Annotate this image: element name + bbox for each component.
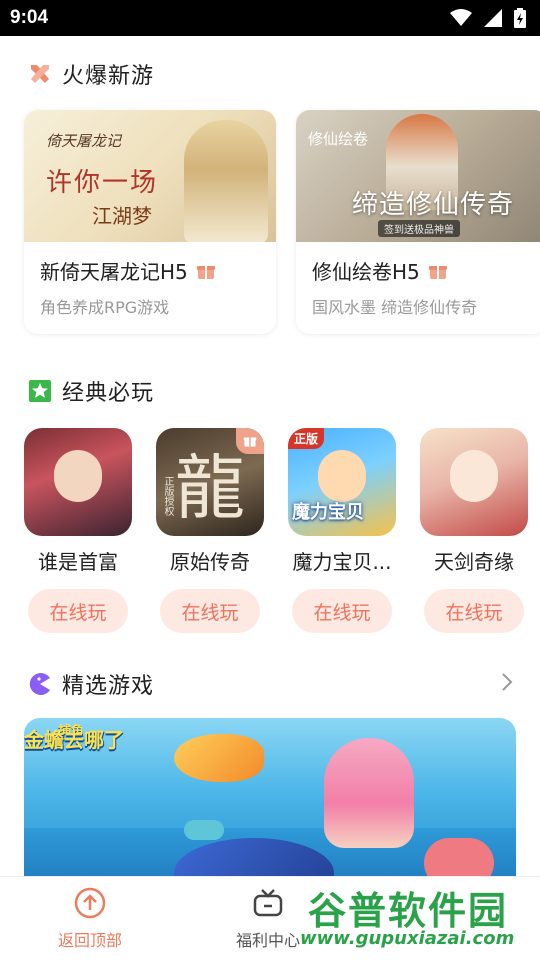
- character-art: [318, 450, 366, 502]
- chevron-right-icon[interactable]: [500, 670, 514, 694]
- battery-icon: [514, 8, 526, 28]
- banner-slogan: 缔造修仙传奇: [352, 190, 515, 220]
- pacman-icon: [28, 672, 52, 696]
- section-title: 经典必玩: [62, 381, 155, 406]
- icon-title: 魔力宝贝: [292, 502, 364, 523]
- banner-slogan-2: 江湖梦: [92, 204, 152, 228]
- goldfish-art: [174, 734, 264, 782]
- section-title: 火爆新游: [62, 64, 155, 89]
- game-banner: 修仙绘卷 缔造修仙传奇 签到送极品神兽: [296, 110, 540, 242]
- game-icon[interactable]: 正版 魔力宝贝: [288, 428, 396, 536]
- game-desc: 国风水墨 缔造修仙传奇: [312, 298, 478, 317]
- game-banner: 倚天屠龙记 许你一场 江湖梦: [24, 110, 276, 242]
- character-art: [54, 450, 102, 502]
- official-badge: 正版: [288, 428, 325, 449]
- star-badge-icon: [28, 379, 52, 403]
- nav-label: 福利中心: [235, 931, 300, 950]
- icon-subtitle: 正版授权: [162, 476, 173, 516]
- banner-logo: 金蟾去哪了: [24, 728, 124, 752]
- watermark-title: 谷普软件园: [308, 889, 509, 933]
- play-online-button[interactable]: 在线玩: [28, 589, 128, 633]
- arrow-up-circle-icon: [74, 887, 106, 919]
- banner-logo: 倚天屠龙记: [46, 132, 122, 150]
- classic-game-item[interactable]: 正版 魔力宝贝 魔力宝贝... 在线玩: [288, 428, 396, 633]
- signal-icon: [484, 9, 502, 27]
- game-name: 新倚天屠龙记H5: [40, 260, 188, 284]
- game-name: 魔力宝贝...: [292, 550, 392, 574]
- status-time: 9:04: [10, 7, 49, 28]
- classic-games-row: 谁是首富 在线玩 龍 正版授权 原始传奇 在线玩 正版 魔力宝贝 魔力宝贝...…: [24, 428, 528, 633]
- hot-games-row: 倚天屠龙记 许你一场 江湖梦 新倚天屠龙记H5 角色养成RPG游戏 修仙绘卷 缔…: [24, 110, 540, 334]
- game-name: 天剑奇缘: [434, 550, 514, 574]
- game-name-row: 修仙绘卷H5: [312, 256, 448, 285]
- section-title: 精选游戏: [62, 674, 155, 699]
- play-online-button[interactable]: 在线玩: [424, 589, 524, 633]
- mermaid-art: [324, 738, 414, 848]
- game-desc: 角色养成RPG游戏: [40, 298, 170, 317]
- banner-tag: 签到送极品神兽: [378, 220, 460, 237]
- game-icon[interactable]: [24, 428, 132, 536]
- character-art: [184, 120, 268, 242]
- game-name: 修仙绘卷H5: [312, 260, 420, 284]
- nav-back-to-top[interactable]: 返回顶部: [25, 887, 155, 951]
- gift-icon: [428, 265, 447, 279]
- banner-logo: 修仙绘卷: [308, 130, 369, 148]
- classic-game-item[interactable]: 龍 正版授权 原始传奇 在线玩: [156, 428, 264, 633]
- status-icons: [450, 8, 526, 28]
- nav-label: 返回顶部: [57, 931, 122, 950]
- status-bar: 9:04: [0, 0, 540, 36]
- tv-icon: [253, 889, 283, 917]
- section-header-hot: 火爆新游: [28, 58, 154, 90]
- hot-game-card[interactable]: 修仙绘卷 缔造修仙传奇 签到送极品神兽 修仙绘卷H5 国风水墨 缔造修仙传奇: [296, 110, 540, 334]
- game-name: 谁是首富: [38, 550, 118, 574]
- gift-icon: [196, 265, 215, 279]
- game-icon[interactable]: [420, 428, 528, 536]
- game-name: 原始传奇: [170, 550, 250, 574]
- character-art: [450, 450, 498, 502]
- banner-slogan: 许你一场: [46, 168, 159, 198]
- watermark: 谷普软件园 www.gupuxiazai.com: [296, 880, 540, 958]
- section-header-featured: 精选游戏: [28, 668, 154, 700]
- play-online-button[interactable]: 在线玩: [160, 589, 260, 633]
- play-online-button[interactable]: 在线玩: [292, 589, 392, 633]
- whale-art: [184, 820, 224, 840]
- watermark-url: www.gupuxiazai.com: [300, 928, 515, 949]
- hot-game-card[interactable]: 倚天屠龙记 许你一场 江湖梦 新倚天屠龙记H5 角色养成RPG游戏: [24, 110, 276, 334]
- section-header-classic: 经典必玩: [28, 375, 154, 407]
- classic-game-item[interactable]: 谁是首富 在线玩: [24, 428, 132, 633]
- crossed-swords-icon: [28, 62, 52, 86]
- game-name-row: 新倚天屠龙记H5: [40, 256, 216, 285]
- wifi-icon: [450, 9, 472, 26]
- classic-game-item[interactable]: 天剑奇缘 在线玩: [420, 428, 528, 633]
- game-icon[interactable]: 龍 正版授权: [156, 428, 264, 536]
